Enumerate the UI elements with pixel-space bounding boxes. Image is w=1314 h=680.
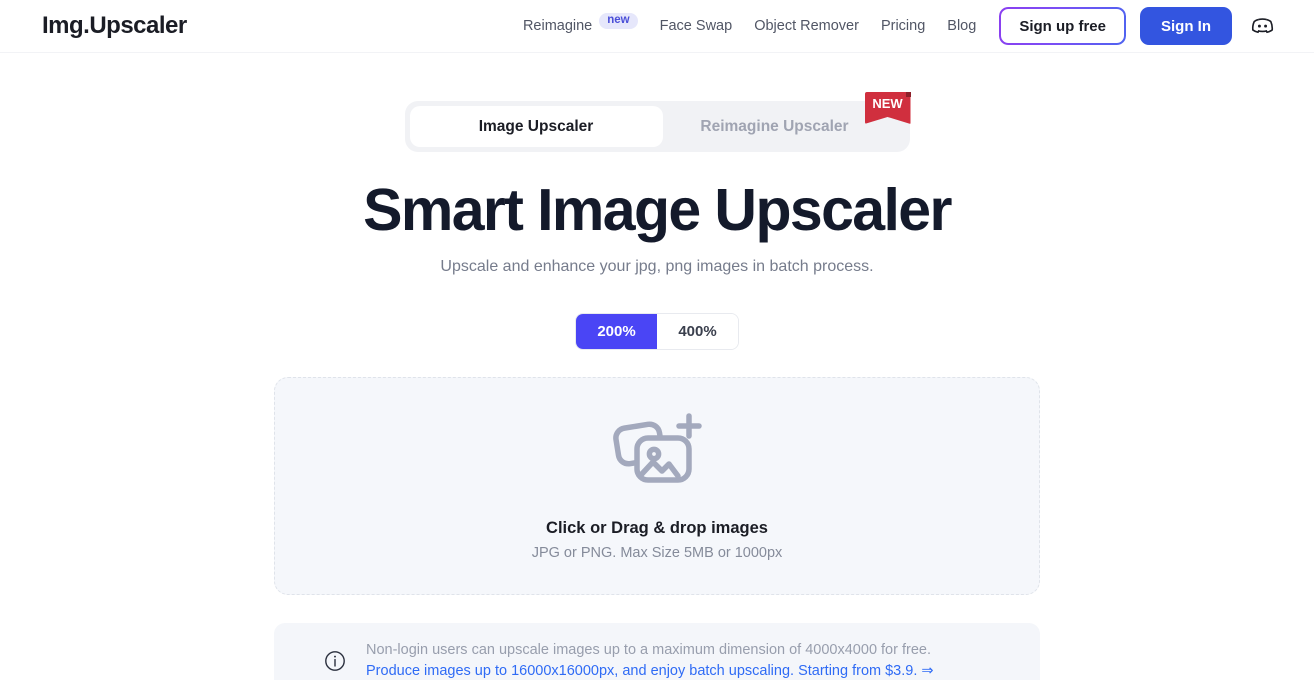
nav-item-reimagine[interactable]: Reimagine new	[512, 12, 649, 35]
discord-icon[interactable]	[1250, 14, 1274, 38]
sign-in-button[interactable]: Sign In	[1140, 7, 1232, 45]
nav-item-label: Face Swap	[659, 18, 733, 34]
notice-upgrade-link[interactable]: Produce images up to 16000x16000px, and …	[366, 661, 934, 680]
new-ribbon-badge: NEW	[864, 92, 911, 124]
scale-option-200[interactable]: 200%	[576, 313, 657, 349]
nav-item-label: Blog	[947, 18, 977, 34]
tab-reimagine-upscaler[interactable]: Reimagine Upscaler NEW	[663, 92, 911, 147]
notice-panel: Non-login users can upscale images up to…	[274, 622, 1040, 680]
sign-up-free-button[interactable]: Sign up free	[999, 7, 1126, 45]
scale-selector: 200% 400%	[576, 313, 738, 349]
tab-image-upscaler[interactable]: Image Upscaler	[409, 106, 663, 147]
nav-item-label: Object Remover	[754, 18, 859, 34]
ribbon-fold-decoration	[905, 92, 911, 97]
logo[interactable]: Img.Upscaler	[42, 12, 187, 40]
main-content: Image Upscaler Reimagine Upscaler NEW Sm…	[0, 53, 1314, 680]
nav-badge-new: new	[599, 12, 638, 30]
nav-item-face-swap[interactable]: Face Swap	[649, 18, 744, 34]
image-dropzone[interactable]: Click or Drag & drop images JPG or PNG. …	[274, 376, 1040, 595]
nav-item-blog[interactable]: Blog	[936, 18, 987, 34]
dropzone-title: Click or Drag & drop images	[546, 519, 768, 538]
nav-item-label: Reimagine	[522, 18, 593, 34]
nav-item-object-remover[interactable]: Object Remover	[743, 18, 870, 34]
nav-item-label: Pricing	[880, 18, 926, 34]
nav-item-pricing[interactable]: Pricing	[870, 18, 936, 34]
notice-line-free-tier: Non-login users can upscale images up to…	[366, 641, 931, 658]
main-nav: Reimagine new Face Swap Object Remover P…	[512, 7, 1274, 45]
page-title: Smart Image Upscaler	[363, 177, 952, 243]
notice-text-group: Non-login users can upscale images up to…	[366, 640, 934, 680]
dropzone-hint: JPG or PNG. Max Size 5MB or 1000px	[531, 545, 783, 562]
scale-option-400[interactable]: 400%	[657, 313, 738, 349]
add-images-icon	[609, 410, 705, 497]
tab-label: Reimagine Upscaler	[700, 117, 849, 135]
page-subtitle: Upscale and enhance your jpg, png images…	[440, 257, 874, 275]
info-circle-icon	[324, 650, 346, 672]
tab-switcher: Image Upscaler Reimagine Upscaler NEW	[404, 92, 911, 152]
site-header: Img.Upscaler Reimagine new Face Swap Obj…	[0, 0, 1314, 53]
